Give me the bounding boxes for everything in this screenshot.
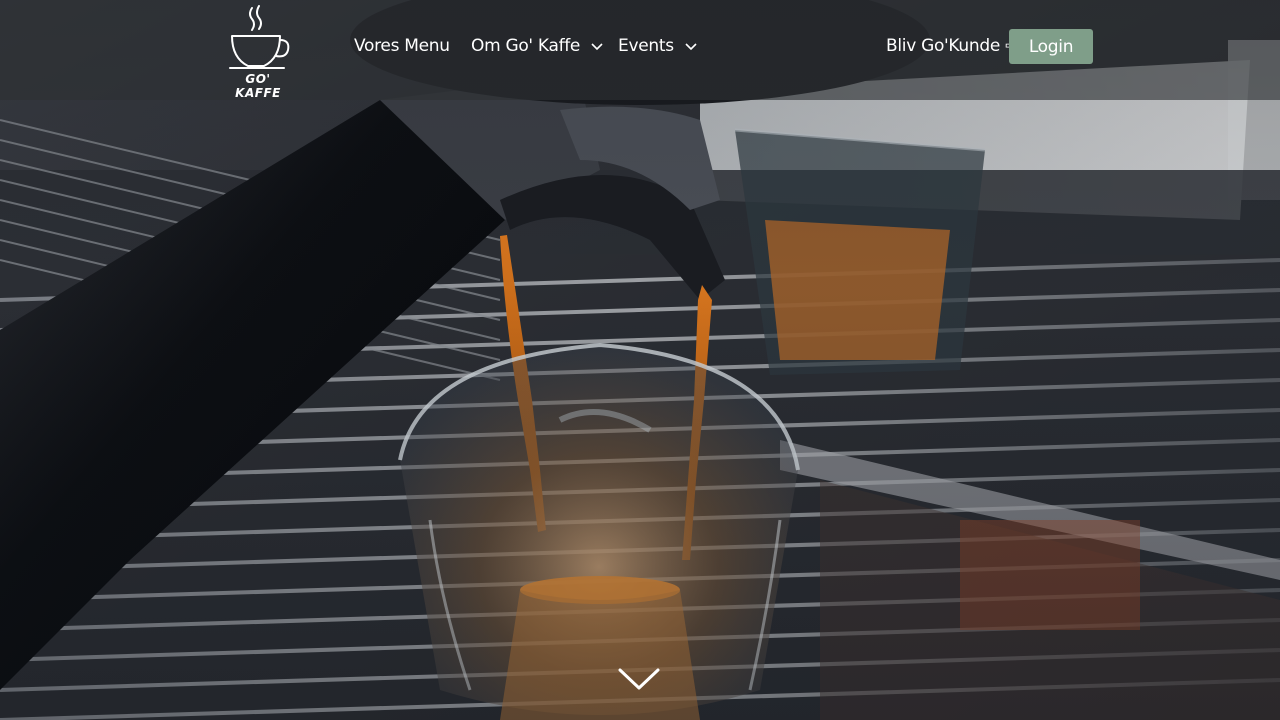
chevron-down-icon (591, 33, 603, 59)
nav-events-label: Events (618, 36, 674, 56)
nav-om-go-kaffe[interactable]: Om Go' Kaffe (471, 33, 603, 59)
login-button[interactable]: Login (1009, 29, 1093, 64)
nav-events[interactable]: Events (618, 33, 697, 59)
hero-espresso-illustration (0, 0, 1280, 720)
logo-wordmark: GO' KAFFE (235, 72, 281, 100)
signup-link[interactable]: Bliv Go'Kunde ⇨ (886, 33, 1019, 59)
nav-vores-menu[interactable]: Vores Menu (354, 33, 450, 59)
top-navbar: GO' KAFFE Vores Menu Om Go' Kaffe Events… (0, 0, 1280, 100)
chevron-down-icon (618, 668, 660, 690)
brand-logo[interactable]: GO' KAFFE (226, 4, 290, 100)
hero-image (0, 0, 1280, 720)
coffee-cup-logo-icon (229, 5, 290, 69)
nav-om-go-kaffe-label: Om Go' Kaffe (471, 36, 581, 56)
scroll-down-button[interactable] (618, 666, 660, 694)
chevron-down-icon (685, 33, 697, 59)
nav-vores-menu-label: Vores Menu (354, 36, 450, 56)
